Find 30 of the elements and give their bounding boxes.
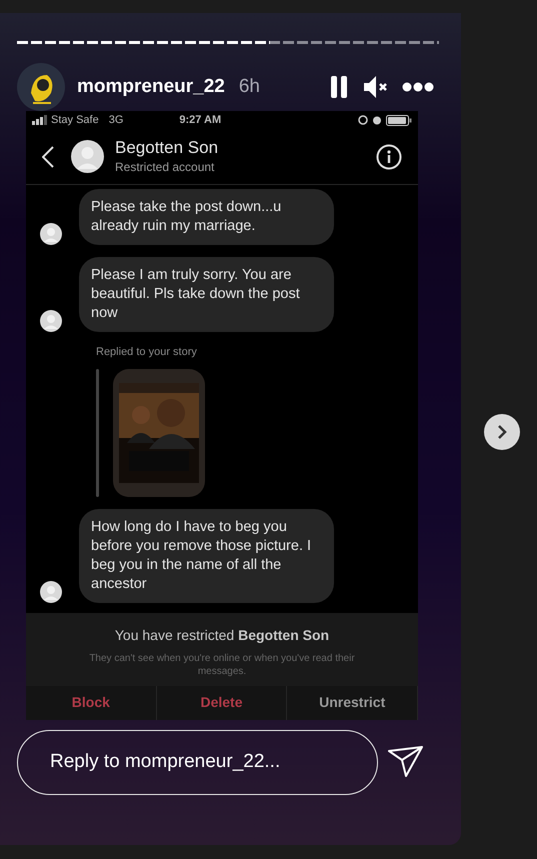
carrier-name: Stay Safe xyxy=(51,112,99,128)
contact-name: Begotten Son xyxy=(115,138,218,158)
story-reply-label: Replied to your story xyxy=(96,345,198,360)
send-icon[interactable] xyxy=(388,746,424,778)
avatar-icon xyxy=(40,310,62,332)
chevron-right-icon xyxy=(496,424,508,440)
reply-field[interactable]: Reply to mompreneur_22... xyxy=(17,730,378,794)
avatar-icon xyxy=(40,223,62,245)
contact-avatar-icon xyxy=(71,140,104,173)
message-bubble: Please take the post down...u already ruin my marriage. xyxy=(79,189,334,245)
battery-icon xyxy=(386,114,412,126)
more-options-icon[interactable] xyxy=(402,82,434,92)
username[interactable]: mompreneur_22 xyxy=(77,72,225,102)
profile-avatar[interactable] xyxy=(17,63,65,111)
clock: 9:27 AM xyxy=(179,112,222,128)
post-time: 6h xyxy=(238,74,260,99)
restricted-subtitle: They can't see when you're online or when you've read their messages. xyxy=(88,652,356,678)
restricted-title: You have restricted Begotten Son xyxy=(114,626,330,645)
message-bubble: How long do I have to beg you before you remove those picture. I beg you in the name of all the ancestor xyxy=(79,508,334,602)
next-button[interactable] xyxy=(484,414,520,450)
back-icon[interactable] xyxy=(42,146,54,168)
muted-speaker-icon[interactable] xyxy=(362,74,388,100)
contact-status: Restricted account xyxy=(115,158,216,176)
action-button[interactable]: Unrestrict xyxy=(287,686,418,720)
info-icon[interactable] xyxy=(376,144,402,170)
network-type: 3G xyxy=(108,112,124,128)
avatar-icon xyxy=(40,580,62,602)
signal-icon xyxy=(32,115,48,125)
message-bubble: Please I am truly sorry. You are beautiful. Pls take down the post now xyxy=(79,257,334,332)
pause-button[interactable] xyxy=(330,75,348,99)
